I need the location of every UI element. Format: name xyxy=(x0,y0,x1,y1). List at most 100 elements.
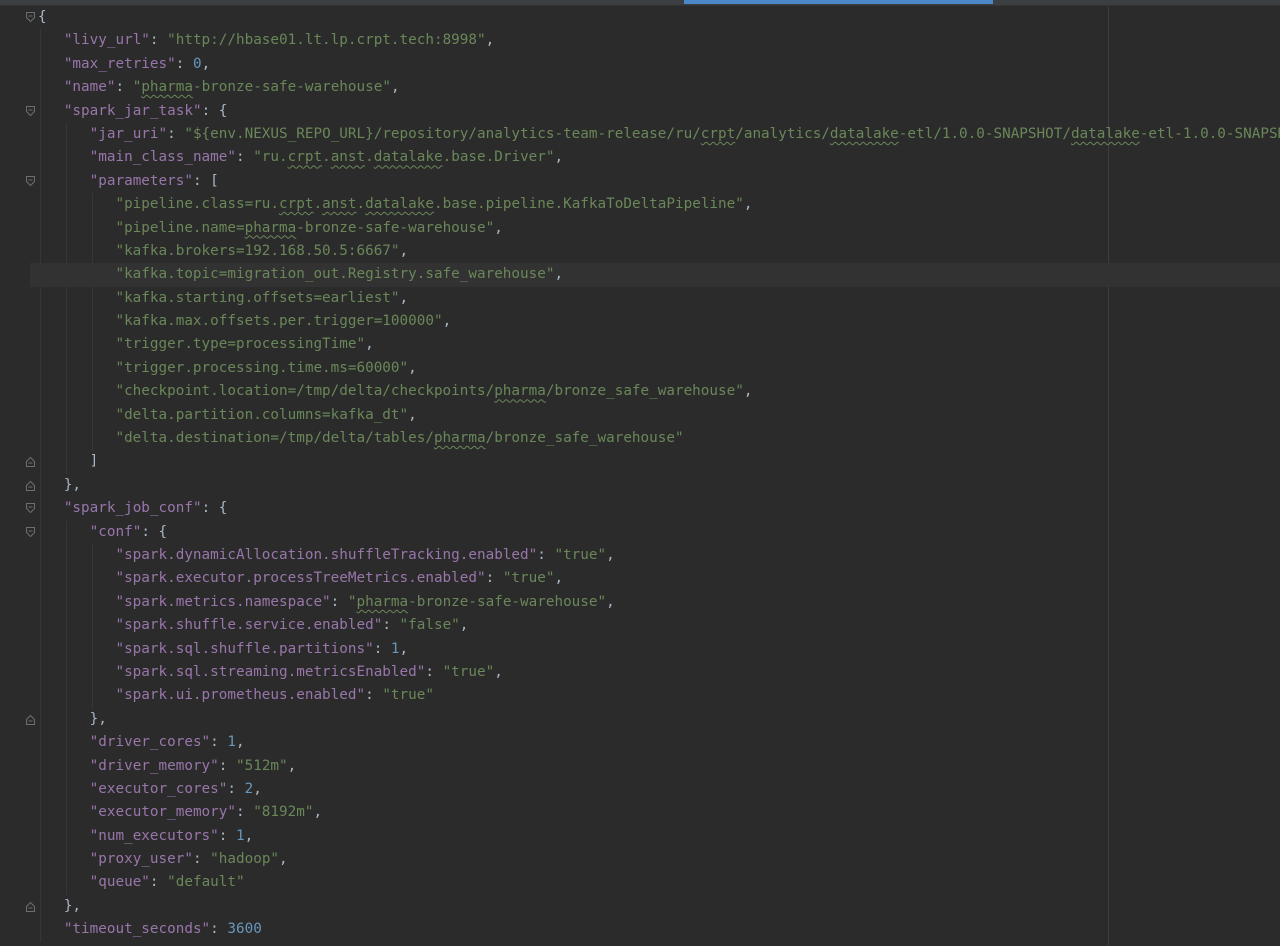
json-punctuation: : { xyxy=(201,500,228,517)
fold-open-icon[interactable] xyxy=(26,12,35,23)
code-line[interactable]: "spark_jar_task": { xyxy=(26,100,1280,123)
json-string: "hadoop" xyxy=(210,851,280,868)
fold-close-icon[interactable] xyxy=(26,480,35,491)
json-string: -bronze-safe-warehouse" xyxy=(408,593,607,610)
code-line[interactable]: "trigger.processing.time.ms=60000", xyxy=(38,357,1280,380)
json-number: 1 xyxy=(236,827,245,844)
code-line-current[interactable]: "kafka.topic=migration_out.Registry.safe… xyxy=(30,263,1280,287)
code-line[interactable]: "executor_cores": 2, xyxy=(38,778,1280,801)
json-string: pharma xyxy=(433,430,486,447)
code-line[interactable]: }, xyxy=(26,708,1280,731)
code-line[interactable]: "num_executors": 1, xyxy=(38,825,1280,848)
code-line[interactable]: "driver_cores": 1, xyxy=(38,731,1280,754)
code-line[interactable]: { xyxy=(26,6,1280,29)
json-punctuation: , xyxy=(494,663,503,680)
json-punctuation: , xyxy=(442,313,452,330)
code-line[interactable]: "spark.ui.prometheus.enabled": "true" xyxy=(38,684,1280,707)
code-line[interactable]: }, xyxy=(26,895,1280,918)
code-line[interactable]: "proxy_user": "hadoop", xyxy=(38,848,1280,871)
json-string: crpt xyxy=(700,125,736,142)
fold-close-icon[interactable] xyxy=(26,714,35,725)
code-line[interactable]: "spark.executor.processTreeMetrics.enabl… xyxy=(38,567,1280,590)
code-line[interactable]: "delta.destination=/tmp/delta/tables/pha… xyxy=(38,427,1280,450)
code-line[interactable]: "spark.dynamicAllocation.shuffleTracking… xyxy=(38,544,1280,567)
json-punctuation: : xyxy=(115,79,133,96)
code-line[interactable]: "parameters": [ xyxy=(26,170,1280,193)
fold-close-icon[interactable] xyxy=(26,901,35,912)
code-area[interactable]: { "livy_url": "http://hbase01.lt.lp.crpt… xyxy=(26,6,1280,942)
json-string: crpt xyxy=(287,149,323,166)
json-string: pharma xyxy=(356,593,409,610)
json-key: "conf" xyxy=(89,523,142,540)
json-punctuation: : xyxy=(485,570,503,587)
code-line[interactable]: "spark.sql.shuffle.partitions": 1, xyxy=(38,638,1280,661)
json-punctuation: , xyxy=(743,196,753,213)
json-punctuation: , xyxy=(313,804,323,821)
json-string: "delta.destination=/tmp/delta/tables/ xyxy=(115,430,434,447)
code-line[interactable]: "jar_uri": "${env.NEXUS_REPO_URL}/reposi… xyxy=(38,123,1280,146)
fold-open-icon[interactable] xyxy=(26,526,35,538)
json-string: -bronze-safe-warehouse" xyxy=(192,79,391,96)
json-key: "max_retries" xyxy=(63,55,176,72)
fold-open-icon[interactable] xyxy=(26,503,35,514)
fold-close-icon[interactable] xyxy=(26,456,35,468)
json-key: "executor_memory" xyxy=(89,804,236,821)
json-punctuation: , xyxy=(485,32,495,49)
code-line[interactable]: "kafka.starting.offsets=earliest", xyxy=(38,287,1280,310)
json-string: "trigger.type=processingTime" xyxy=(115,336,366,353)
json-string: pharma xyxy=(244,219,297,236)
json-punctuation: , xyxy=(408,359,417,376)
code-line[interactable]: "timeout_seconds": 3600 xyxy=(38,918,1280,941)
code-line[interactable]: "kafka.brokers=192.168.50.5:6667", xyxy=(38,240,1280,263)
fold-open-icon[interactable] xyxy=(26,105,35,117)
code-line[interactable]: "spark.shuffle.service.enabled": "false"… xyxy=(38,614,1280,637)
code-line[interactable]: "pipeline.class=ru.crpt.anst.datalake.ba… xyxy=(38,193,1280,216)
json-punctuation: , xyxy=(399,640,409,657)
code-line[interactable]: "spark.sql.streaming.metricsEnabled": "t… xyxy=(38,661,1280,684)
fold-open-icon[interactable] xyxy=(26,175,35,187)
json-string: -etl-1.0.0-SNAPSHOT.jar" xyxy=(1139,125,1280,142)
json-punctuation: , xyxy=(244,827,254,844)
code-line[interactable]: "name": "pharma-bronze-safe-warehouse", xyxy=(38,76,1280,99)
json-punctuation: }, xyxy=(63,897,82,914)
horizontal-scroll-thumb[interactable] xyxy=(684,0,993,4)
json-punctuation: : xyxy=(537,546,555,563)
json-key: "executor_cores" xyxy=(89,780,228,797)
json-key: "driver_cores" xyxy=(89,734,211,751)
json-string: "pipeline.class=ru. xyxy=(115,196,280,213)
code-line[interactable]: "queue": "default" xyxy=(38,871,1280,894)
code-line[interactable]: }, xyxy=(26,474,1280,497)
code-editor[interactable]: { "livy_url": "http://hbase01.lt.lp.crpt… xyxy=(0,0,1280,946)
code-line[interactable]: "max_retries": 0, xyxy=(38,53,1280,76)
code-line[interactable]: "spark_job_conf": { xyxy=(26,497,1280,520)
code-line[interactable]: "main_class_name": "ru.crpt.anst.datalak… xyxy=(38,146,1280,169)
json-string: pharma xyxy=(141,79,193,96)
code-line[interactable]: "checkpoint.location=/tmp/delta/checkpoi… xyxy=(38,380,1280,403)
code-line[interactable]: "delta.partition.columns=kafka_dt", xyxy=(38,404,1280,427)
code-line[interactable]: "executor_memory": "8192m", xyxy=(38,801,1280,824)
code-line[interactable]: "livy_url": "http://hbase01.lt.lp.crpt.t… xyxy=(38,29,1280,52)
code-line[interactable]: "trigger.type=processingTime", xyxy=(38,333,1280,356)
json-string: . xyxy=(356,196,366,213)
code-line[interactable]: "driver_memory": "512m", xyxy=(38,755,1280,778)
json-punctuation: , xyxy=(743,383,753,400)
editor-gutter[interactable] xyxy=(0,6,30,946)
code-line[interactable]: ] xyxy=(26,450,1280,473)
code-line[interactable]: "spark.metrics.namespace": "pharma-bronz… xyxy=(38,591,1280,614)
json-key: "num_executors" xyxy=(89,827,219,844)
code-line[interactable]: "kafka.max.offsets.per.trigger=100000", xyxy=(38,310,1280,333)
json-punctuation: : xyxy=(210,734,228,751)
json-string: "kafka.max.offsets.per.trigger=100000" xyxy=(115,313,443,330)
code-line[interactable]: "pipeline.name=pharma-bronze-safe-wareho… xyxy=(38,217,1280,240)
code-line[interactable]: "conf": { xyxy=(26,521,1280,544)
json-string: /bronze_safe_warehouse" xyxy=(485,430,684,447)
